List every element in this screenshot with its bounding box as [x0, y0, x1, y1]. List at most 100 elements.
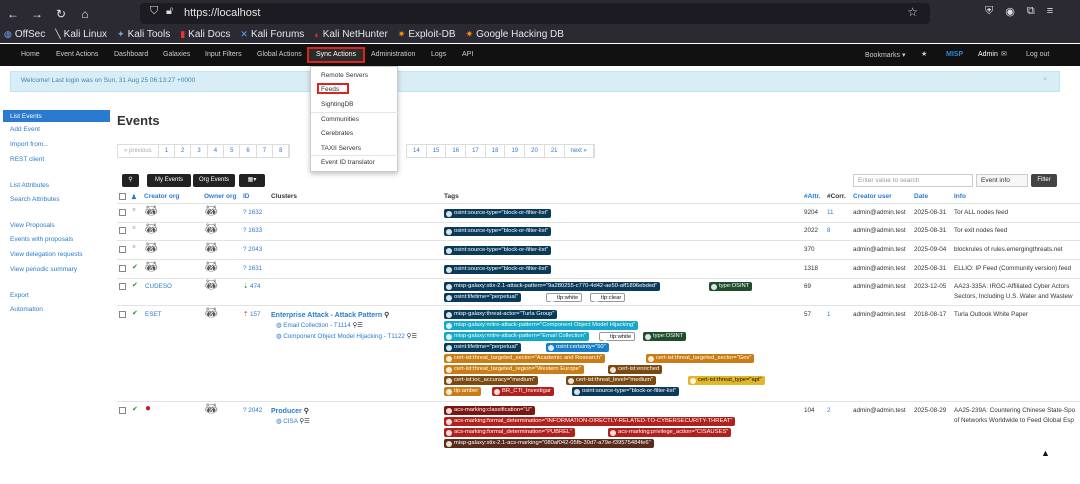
page-link[interactable]: 20 [525, 145, 545, 157]
page-link[interactable]: 16 [446, 145, 467, 157]
page-link[interactable]: 7 [257, 145, 274, 157]
col-attr[interactable]: #Attr. [804, 193, 821, 200]
page-link[interactable]: 17 [466, 145, 486, 157]
page-link[interactable]: 21 [545, 145, 565, 157]
tag-chip[interactable]: cert-ist:threat_level="medium" [566, 376, 657, 385]
nav-bookmarks[interactable]: Bookmarks ▾ [865, 51, 905, 59]
search-input[interactable]: Enter value to search [853, 174, 973, 187]
tag-chip[interactable]: cert-ist:threat_type="apt" [688, 376, 765, 385]
creator-org-name[interactable]: CUDESO [145, 283, 172, 290]
cluster-item[interactable]: ◍ CISA ⚲☰ [276, 418, 310, 425]
nav-home[interactable]: Home [21, 51, 40, 58]
home-icon[interactable]: ⌂ [78, 4, 92, 24]
tag-chip[interactable]: osint:lifetime="perpetual" [444, 343, 521, 352]
menu-item-remote-servers[interactable]: Remote Servers [321, 72, 368, 79]
col-creator-org[interactable]: Creator org [144, 193, 179, 200]
org-events-button[interactable]: Org Events [193, 174, 235, 187]
tag-chip[interactable]: BR_CTI_Investigar [492, 387, 554, 396]
nav-global-actions[interactable]: Global Actions [257, 51, 302, 58]
forward-icon[interactable]: → [30, 4, 44, 24]
menu-item-taxii-servers[interactable]: TAXII Servers [321, 145, 361, 152]
url-text[interactable]: https://localhost [184, 7, 260, 19]
tag-chip[interactable]: tlp:clear [590, 293, 626, 302]
bookmark-offsec[interactable]: ◍ OffSec [4, 29, 45, 40]
tag-chip[interactable]: osint:lifetime="perpetual" [444, 293, 521, 302]
sidebar-item-search-attributes[interactable]: Search Attributes [10, 196, 60, 203]
sidebar-item-import[interactable]: Import from... [10, 141, 49, 148]
tag-chip[interactable]: osint:source-type="block-or-filter-list" [444, 265, 552, 274]
col-date[interactable]: Date [914, 193, 928, 200]
cluster-title[interactable]: Producer ⚲ [271, 407, 309, 415]
menu-item-cerebrates[interactable]: Cerebrates [321, 130, 353, 137]
cluster-item[interactable]: ◍ Component Object Model Hijacking - T11… [276, 333, 417, 340]
bookmark-exploit-db[interactable]: ✷ Exploit-DB [398, 29, 456, 40]
col-creator-user[interactable]: Creator user [853, 193, 892, 200]
tag-chip[interactable]: osint:source-type="block-or-filter-list" [444, 246, 552, 255]
reload-icon[interactable]: ↻ [54, 4, 68, 24]
tag-chip[interactable]: cert-ist:ioc_accuracy="medium" [444, 376, 538, 385]
tag-chip[interactable]: osint:source-type="block-or-filter-list" [444, 209, 552, 218]
row-checkbox[interactable] [119, 246, 126, 253]
tag-chip[interactable]: misp-galaxy:threat-actor="Turla Group" [444, 310, 558, 319]
envelope-icon[interactable]: ✉ [1001, 50, 1007, 58]
back-icon[interactable]: ← [6, 4, 20, 24]
search-button[interactable]: ⚲ [122, 174, 139, 187]
tag-chip[interactable]: acs-marking:formal_determination="PUBREL… [444, 428, 576, 437]
tag-chip[interactable]: type:OSINT [643, 332, 687, 341]
filter-field-select[interactable]: Event info [976, 174, 1028, 187]
sidebar-item-rest-client[interactable]: REST client [10, 156, 44, 163]
event-id[interactable]: ⇣ 474 [243, 283, 261, 290]
event-id[interactable]: ? 2042 [243, 407, 262, 414]
nav-event-actions[interactable]: Event Actions [56, 51, 98, 58]
sidebar-item-export[interactable]: Export [10, 292, 29, 299]
row-checkbox[interactable] [119, 209, 126, 216]
page-link[interactable]: 4 [208, 145, 225, 157]
tag-chip[interactable]: acs-marking:formal_determination="INFORM… [444, 417, 736, 426]
nav-dashboard[interactable]: Dashboard [114, 51, 148, 58]
search-icon[interactable]: ⚲ [304, 408, 309, 415]
page-link[interactable]: 19 [505, 145, 526, 157]
cluster-title[interactable]: Enterprise Attack - Attack Pattern ⚲ [271, 311, 389, 319]
tag-chip[interactable]: osint:source-type="block-or-filter-list" [444, 227, 552, 236]
page-link[interactable]: 2 [175, 145, 192, 157]
menu-item-sightingdb[interactable]: SightingDB [321, 101, 354, 108]
account-icon[interactable]: ◉ [1005, 5, 1015, 18]
nav-user[interactable]: Admin [978, 51, 998, 58]
sidebar-item-delegation-requests[interactable]: View delegation requests [10, 251, 83, 258]
columns-button[interactable]: ▦▾ [239, 174, 265, 187]
page-link[interactable]: 8 [273, 145, 290, 157]
tag-chip[interactable]: acs-marking:classification="U" [444, 406, 535, 415]
bookmark-kali-tools[interactable]: ✦ Kali Tools [117, 29, 170, 40]
corr-count[interactable]: 11 [827, 209, 834, 216]
tag-chip[interactable]: cert-ist:threat_targeted_sector="Academi… [444, 354, 605, 363]
sidebar-item-view-proposals[interactable]: View Proposals [10, 222, 55, 229]
nav-sync-actions[interactable]: Sync Actions [307, 47, 365, 63]
event-id[interactable]: ? 1632 [243, 209, 262, 216]
tag-chip[interactable]: misp-galaxy:mitre-attack-pattern="Email … [444, 332, 589, 341]
bookmark-kali-docs[interactable]: ▮ Kali Docs [180, 29, 230, 40]
url-bar[interactable]: ⛉ 🔓︎ https://localhost ☆ [140, 3, 930, 24]
list-icon[interactable]: ☰ [357, 322, 363, 329]
row-checkbox[interactable] [119, 407, 126, 414]
event-id[interactable]: ? 1631 [243, 265, 262, 272]
sidebar-item-add-event[interactable]: Add Event [10, 126, 40, 133]
corr-count[interactable]: 8 [827, 227, 831, 234]
bookmark-google-hacking-db[interactable]: ✷ Google Hacking DB [466, 29, 564, 40]
tag-chip[interactable]: cert-ist:enriched [608, 365, 663, 374]
tag-chip[interactable]: osint:certainty="50" [546, 343, 609, 352]
tag-chip[interactable]: cert-ist:threat_targeted_region="Western… [444, 365, 584, 374]
row-checkbox[interactable] [119, 227, 126, 234]
pocket-icon[interactable]: ⛨ [985, 5, 993, 18]
corr-count[interactable]: 1 [827, 311, 831, 318]
nav-api[interactable]: API [462, 51, 473, 58]
creator-org-name[interactable]: ESET [145, 311, 161, 318]
nav-misp-brand[interactable]: MISP [946, 51, 963, 58]
menu-item-communities[interactable]: Communities [321, 116, 359, 123]
tag-chip[interactable]: tlp:white [599, 332, 636, 341]
cluster-item[interactable]: ◍ Email Collection - T1114 ⚲☰ [276, 322, 363, 329]
page-link[interactable]: 5 [224, 145, 241, 157]
sidebar-item-list-attributes[interactable]: List Attributes [10, 182, 49, 189]
tag-chip[interactable]: type:OSINT [709, 282, 753, 291]
page-link[interactable]: 15 [427, 145, 447, 157]
sidebar-item-automation[interactable]: Automation [10, 306, 43, 313]
